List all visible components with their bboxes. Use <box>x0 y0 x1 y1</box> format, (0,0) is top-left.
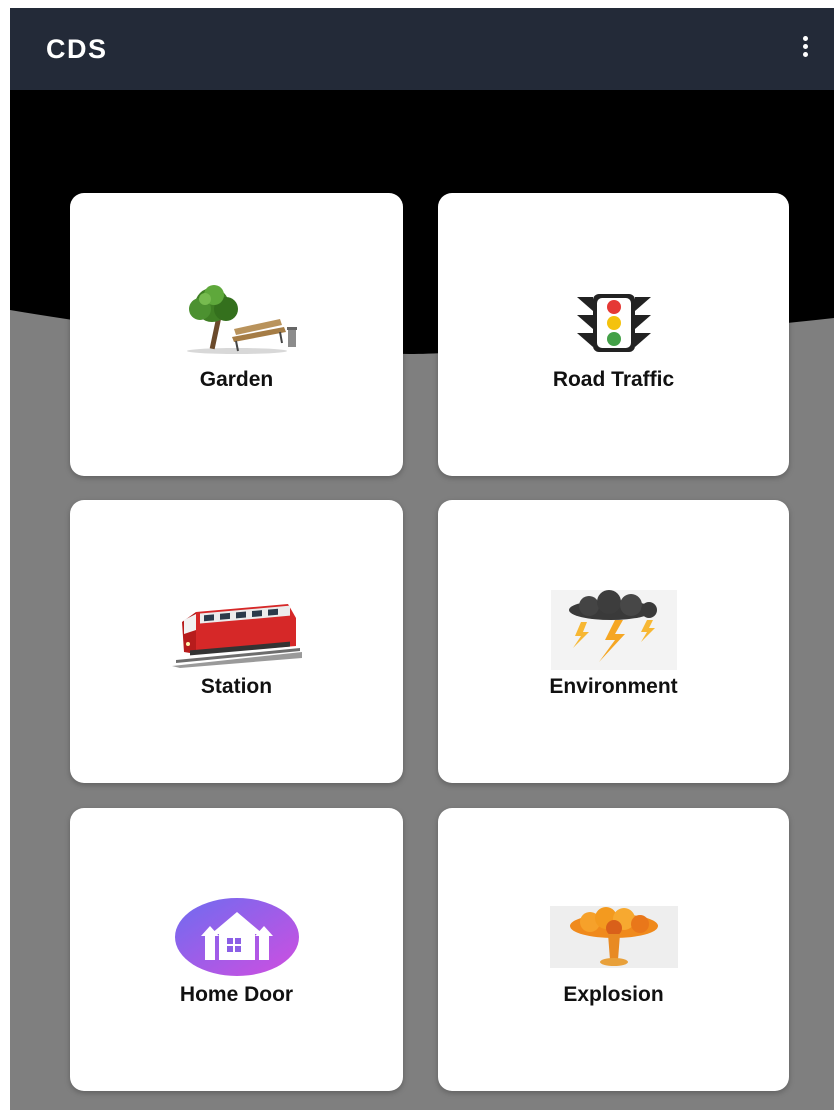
app-screen: CDS Garden Road Traffic Station Environm… <box>10 8 834 1110</box>
mushroom-cloud-icon <box>438 906 789 968</box>
card-label: Road Traffic <box>552 368 675 391</box>
traffic-light-icon <box>438 293 789 353</box>
more-vert-icon[interactable] <box>798 36 812 64</box>
card-label: Explosion <box>563 983 664 1006</box>
card-label: Station <box>200 675 273 698</box>
card-home-door[interactable]: Home Door <box>70 808 403 1091</box>
card-label: Environment <box>549 675 678 698</box>
card-garden[interactable]: Garden <box>70 193 403 476</box>
train-icon <box>70 596 403 668</box>
garden-tree-bench-icon <box>70 285 403 355</box>
card-station[interactable]: Station <box>70 500 403 783</box>
card-label: Garden <box>199 368 274 391</box>
storm-cloud-lightning-icon <box>438 590 789 670</box>
app-title: CDS <box>46 34 108 64</box>
home-circle-icon <box>70 898 403 976</box>
card-road-traffic[interactable]: Road Traffic <box>438 193 789 476</box>
card-label: Home Door <box>179 983 294 1006</box>
app-bar: CDS <box>10 8 834 90</box>
card-explosion[interactable]: Explosion <box>438 808 789 1091</box>
card-environment[interactable]: Environment <box>438 500 789 783</box>
